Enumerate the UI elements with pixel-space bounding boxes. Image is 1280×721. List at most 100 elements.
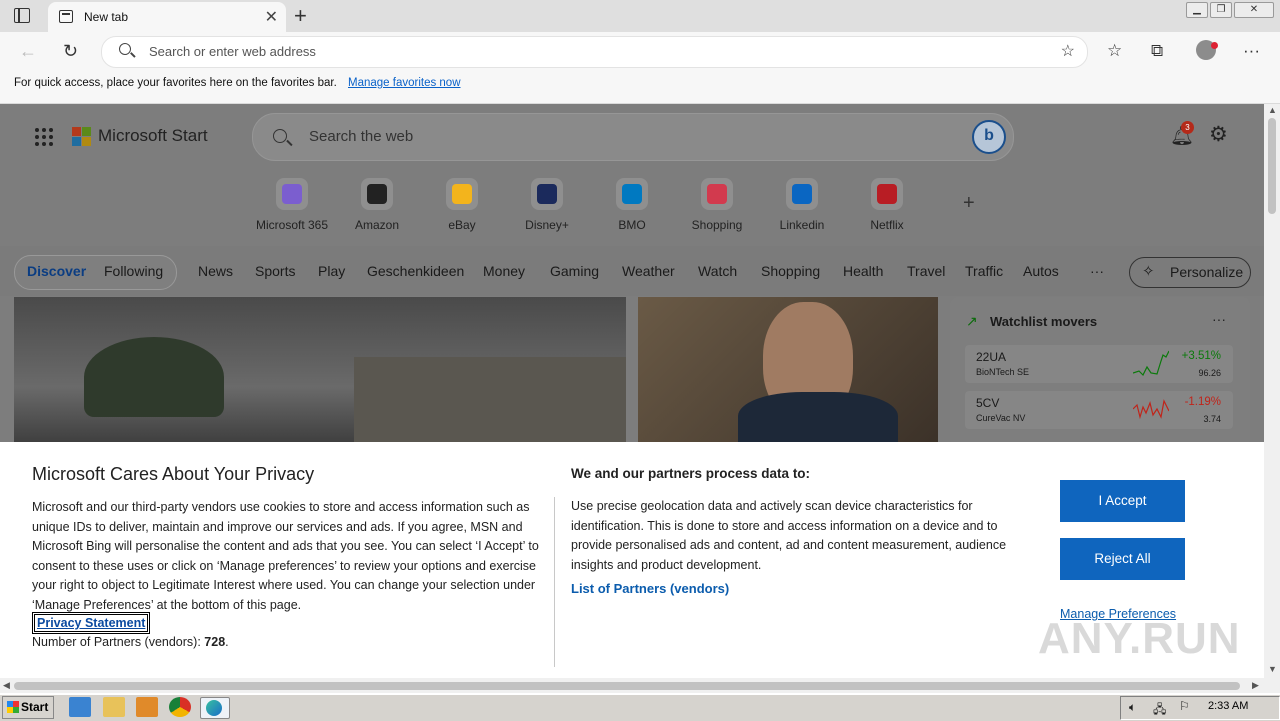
search-icon <box>273 129 287 143</box>
start-label: Start <box>21 700 49 714</box>
nav-item-play[interactable]: Play <box>318 263 345 279</box>
explorer-icon[interactable] <box>103 697 125 717</box>
quick-link-label: eBay <box>448 218 476 232</box>
restore-icon[interactable]: ❐ <box>1210 2 1232 18</box>
address-bar[interactable]: Search or enter web address ☆ <box>101 36 1088 68</box>
sparkle-icon: ✧ <box>1142 263 1155 280</box>
close-window-icon[interactable]: ✕ <box>1234 2 1274 18</box>
stock-row[interactable]: 22UA BioNTech SE +3.51% 96.26 <box>965 345 1233 383</box>
scroll-right-icon[interactable]: ▶ <box>1252 680 1259 691</box>
volume-icon[interactable]: 🔈︎ <box>1129 700 1136 715</box>
start-button[interactable]: Start <box>2 696 54 719</box>
manage-favorites-link[interactable]: Manage favorites now <box>348 77 461 89</box>
search-icon <box>119 43 131 55</box>
nav-item-autos[interactable]: Autos <box>1023 263 1059 279</box>
bing-icon[interactable]: b <box>972 120 1006 154</box>
nav-item-weather[interactable]: Weather <box>622 263 675 279</box>
quick-link-microsoft-365[interactable]: Microsoft 365 <box>252 178 332 232</box>
web-search-box[interactable]: Search the web <box>252 113 1014 161</box>
nav-item-traffic[interactable]: Traffic <box>965 263 1003 279</box>
personalize-label: Personalize <box>1170 264 1244 280</box>
scroll-down-icon[interactable]: ▼ <box>1268 664 1277 674</box>
ie-icon[interactable] <box>69 697 91 717</box>
watchlist-title: Watchlist movers <box>990 314 1098 329</box>
quick-link-linkedin[interactable]: Linkedin <box>762 178 842 232</box>
notification-badge: 3 <box>1181 121 1194 134</box>
system-tray: 🔈︎ 🖧 ⚐ <box>1120 696 1280 720</box>
news-card-image[interactable] <box>638 297 938 447</box>
horizontal-scrollbar[interactable]: ◀ ▶ <box>0 678 1280 693</box>
gear-icon[interactable]: ⚙ <box>1209 122 1228 147</box>
partners-label: Number of Partners (vendors): <box>32 635 201 649</box>
add-favorite-icon[interactable]: ☆ <box>1061 41 1075 61</box>
favorites-bar: For quick access, place your favorites h… <box>0 70 1280 104</box>
apps-grid-icon[interactable] <box>35 128 53 146</box>
tab-new-tab[interactable]: New tab ✕ <box>48 2 286 32</box>
scroll-thumb[interactable] <box>14 682 1240 690</box>
close-tab-icon[interactable]: ✕ <box>265 7 278 27</box>
tab-discover[interactable]: Discover <box>27 263 86 279</box>
nav-item-news[interactable]: News <box>198 263 233 279</box>
taskbar <box>0 694 1280 721</box>
microsoft-logo <box>72 127 92 147</box>
minimize-icon[interactable]: ▁ <box>1186 2 1208 18</box>
add-quick-link-icon[interactable]: + <box>963 192 975 215</box>
scroll-up-icon[interactable]: ▲ <box>1268 105 1277 115</box>
collections-icon[interactable]: ⧉ <box>1151 41 1163 61</box>
settings-more-icon[interactable]: ··· <box>1243 41 1260 61</box>
quick-link-icon <box>786 178 818 210</box>
brand-name[interactable]: Microsoft Start <box>98 126 208 146</box>
personalize-button[interactable]: ✧ Personalize <box>1129 257 1251 288</box>
refresh-icon[interactable]: ↻ <box>63 41 78 62</box>
nav-item-travel[interactable]: Travel <box>907 263 945 279</box>
quick-link-bmo[interactable]: BMO <box>592 178 672 232</box>
quick-link-disney[interactable]: Disney+ <box>507 178 587 232</box>
vertical-scrollbar[interactable]: ▲ ▼ <box>1264 104 1280 678</box>
nav-item-health[interactable]: Health <box>843 263 883 279</box>
chrome-icon[interactable] <box>169 697 191 717</box>
vendors-list-link[interactable]: List of Partners (vendors) <box>571 581 729 596</box>
stock-row[interactable]: 5CV CureVac NV -1.19% 3.74 <box>965 391 1233 429</box>
quick-link-icon <box>276 178 308 210</box>
quick-link-netflix[interactable]: Netflix <box>847 178 927 232</box>
network-icon[interactable]: 🖧 <box>1153 700 1166 721</box>
scroll-thumb[interactable] <box>1268 118 1276 214</box>
partners-count: 728 <box>204 635 226 649</box>
tab-following[interactable]: Following <box>104 263 163 279</box>
nav-item-sports[interactable]: Sports <box>255 263 295 279</box>
new-tab-icon <box>59 10 73 23</box>
sparkline-down <box>1133 399 1169 420</box>
scroll-left-icon[interactable]: ◀ <box>3 680 10 691</box>
new-tab-plus-icon[interactable]: + <box>294 3 307 29</box>
nav-item-watch[interactable]: Watch <box>698 263 737 279</box>
quick-link-amazon[interactable]: Amazon <box>337 178 417 232</box>
quick-link-label: Disney+ <box>525 218 569 232</box>
clock: 2:33 AM <box>1208 700 1249 712</box>
edge-taskbar-button[interactable] <box>200 697 230 719</box>
privacy-statement-link[interactable]: Privacy Statement <box>31 612 151 634</box>
media-player-icon[interactable] <box>136 697 158 717</box>
quick-link-shopping[interactable]: Shopping <box>677 178 757 232</box>
divider <box>554 497 555 667</box>
nav-item-shopping[interactable]: Shopping <box>761 263 820 279</box>
quick-link-icon <box>446 178 478 210</box>
nav-item-geschenkideen[interactable]: Geschenkideen <box>367 263 464 279</box>
quick-link-ebay[interactable]: eBay <box>422 178 502 232</box>
nav-item-money[interactable]: Money <box>483 263 525 279</box>
partners-count-text: Number of Partners (vendors): 728. <box>32 635 229 649</box>
address-placeholder: Search or enter web address <box>149 44 316 59</box>
news-card-image[interactable] <box>14 297 626 447</box>
quick-link-icon <box>616 178 648 210</box>
stock-price: 3.74 <box>1203 414 1221 424</box>
reject-all-button[interactable]: Reject All <box>1060 538 1185 580</box>
windows-logo-icon <box>7 701 19 713</box>
tab-actions-icon[interactable] <box>14 8 30 23</box>
back-icon[interactable]: ← <box>19 41 37 62</box>
favorites-icon[interactable]: ☆ <box>1107 41 1122 61</box>
flag-icon[interactable]: ⚐ <box>1179 699 1190 713</box>
nav-more-icon[interactable]: ··· <box>1090 263 1104 279</box>
more-options-icon[interactable]: ··· <box>1212 311 1226 327</box>
profile-avatar[interactable] <box>1196 40 1218 60</box>
nav-item-gaming[interactable]: Gaming <box>550 263 599 279</box>
accept-button[interactable]: I Accept <box>1060 480 1185 522</box>
